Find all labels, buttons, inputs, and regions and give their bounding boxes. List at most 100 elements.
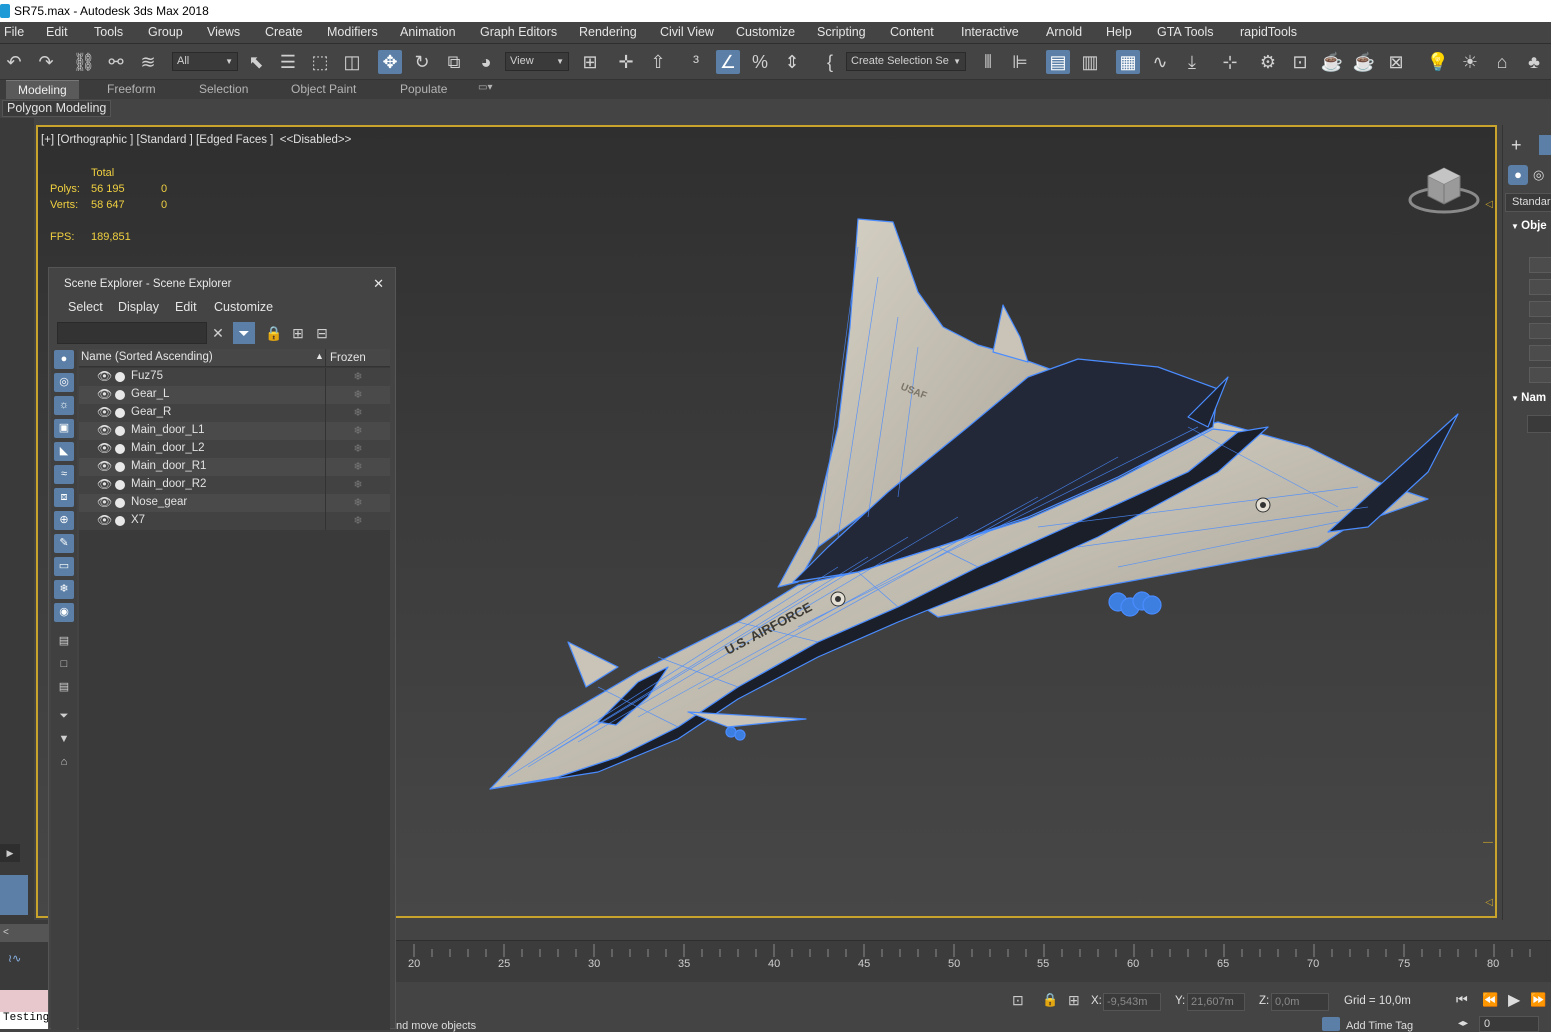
object-button[interactable]	[1529, 323, 1551, 339]
close-icon[interactable]: ✕	[373, 268, 384, 300]
list-item[interactable]: 👁 Main_door_R2 ❄	[79, 476, 390, 494]
go-to-start-icon[interactable]: ⏮	[1456, 992, 1468, 1008]
display-geometry-icon[interactable]: ●	[54, 350, 74, 369]
visibility-eye-icon[interactable]: 👁	[97, 477, 112, 491]
absolute-mode-icon[interactable]: ⊞	[1068, 992, 1080, 1009]
bind-space-warp-icon[interactable]: ≋	[136, 50, 160, 74]
select-object-icon[interactable]: ⬉	[244, 50, 268, 74]
display-xrefs-icon[interactable]: ⊕	[54, 511, 74, 530]
pivot-center-icon[interactable]: ⊞	[578, 50, 602, 74]
render-iterative-icon[interactable]: ☕	[1352, 50, 1376, 74]
menu-content[interactable]: Content	[890, 25, 934, 39]
visibility-eye-icon[interactable]: 👁	[97, 513, 112, 527]
name-color-rollout[interactable]: ▼ Nam	[1511, 392, 1546, 404]
named-selection-sets-dropdown[interactable]: Create Selection Se ▼	[846, 52, 966, 71]
tab-populate[interactable]: Populate	[400, 82, 447, 96]
window-crossing-icon[interactable]: ◫	[340, 50, 364, 74]
scene-explorer-title-bar[interactable]: Scene Explorer - Scene Explorer ✕	[49, 268, 395, 298]
menu-rapidtools[interactable]: rapidTools	[1240, 25, 1297, 39]
visibility-eye-icon[interactable]: 👁	[97, 495, 112, 509]
find-icon[interactable]: ⌂	[54, 753, 74, 772]
filter-icon[interactable]: ⏷	[233, 322, 255, 344]
freeze-snowflake-icon[interactable]: ❄	[325, 476, 390, 494]
list-item[interactable]: 👁 Fuz75 ❄	[79, 368, 390, 386]
collapse-hierarchy-icon[interactable]: ⊟	[311, 322, 333, 344]
object-button[interactable]	[1529, 257, 1551, 273]
selection-filter-dropdown[interactable]: All ▼	[172, 52, 238, 71]
maxscript-input[interactable]: Testing	[0, 1012, 48, 1029]
tab-object-paint[interactable]: Object Paint	[291, 82, 356, 96]
list-item[interactable]: 👁 Main_door_L2 ❄	[79, 440, 390, 458]
menu-views[interactable]: Views	[207, 25, 240, 39]
render-grid-icon[interactable]: ⊠	[1384, 50, 1408, 74]
link-icon[interactable]: ⛓	[72, 50, 96, 74]
display-frozen-icon[interactable]: ❄	[54, 580, 74, 599]
render-production-icon[interactable]: ☕	[1320, 50, 1344, 74]
freeze-snowflake-icon[interactable]: ❄	[325, 494, 390, 512]
mirror-icon[interactable]: ⫴	[976, 50, 1000, 74]
menu-interactive[interactable]: Interactive	[961, 25, 1019, 39]
list-item[interactable]: 👁 Nose_gear ❄	[79, 494, 390, 512]
render-setup-icon[interactable]: ⚙	[1256, 50, 1280, 74]
visibility-eye-icon[interactable]: 👁	[97, 459, 112, 473]
create-tab-icon[interactable]: +	[1511, 135, 1522, 156]
menu-file[interactable]: File	[4, 25, 24, 39]
light-icon[interactable]: 💡	[1426, 50, 1450, 74]
curve-editor-icon[interactable]: ∿	[1148, 50, 1172, 74]
toggle-ribbon-icon[interactable]: ▦	[1116, 50, 1140, 74]
layout-thumbnail[interactable]	[0, 875, 28, 915]
menu-create[interactable]: Create	[265, 25, 303, 39]
menu-animation[interactable]: Animation	[400, 25, 456, 39]
redo-icon[interactable]: ↷	[34, 50, 58, 74]
frame-spinner-left-icon[interactable]: ◂▸	[1458, 1018, 1468, 1029]
move-icon[interactable]: ✥	[378, 50, 402, 74]
display-hidden-icon[interactable]: ◉	[54, 603, 74, 622]
x-coord-field[interactable]: -9,543m	[1103, 993, 1161, 1011]
shapes-category-icon[interactable]: ◎	[1533, 167, 1544, 183]
next-frame-icon[interactable]: ⏩	[1530, 992, 1546, 1008]
visibility-eye-icon[interactable]: 👁	[97, 441, 112, 455]
visibility-eye-icon[interactable]: 👁	[97, 423, 112, 437]
play-icon[interactable]: ▶	[1508, 990, 1520, 1010]
unlink-icon[interactable]: ⚯	[104, 50, 128, 74]
object-button[interactable]	[1529, 279, 1551, 295]
expand-hierarchy-icon[interactable]: ⊞	[287, 322, 309, 344]
modify-tab-icon[interactable]	[1539, 135, 1551, 155]
freeze-snowflake-icon[interactable]: ❄	[325, 458, 390, 476]
display-groups-icon[interactable]: ⧈	[54, 488, 74, 507]
ribbon-options-icon[interactable]: ▭▾	[478, 82, 492, 93]
list-item[interactable]: 👁 Main_door_L1 ❄	[79, 422, 390, 440]
reference-coordinate-dropdown[interactable]: View ▼	[505, 52, 569, 71]
snaps-toggle-icon[interactable]: ³	[684, 50, 708, 74]
selection-lock-icon[interactable]: 🔒	[1042, 992, 1058, 1008]
geometry-category-icon[interactable]: ●	[1508, 165, 1528, 185]
object-type-rollout[interactable]: ▼ Obje	[1511, 220, 1547, 232]
current-frame-field[interactable]: 0	[1479, 1016, 1539, 1032]
timeline-track[interactable]: 20 25 30 35 40 45 50 55 60 65 70 75 80	[396, 940, 1551, 982]
menu-gta-tools[interactable]: GTA Tools	[1157, 25, 1214, 39]
add-time-tag-button[interactable]: Add Time Tag	[1346, 1020, 1413, 1032]
list-item[interactable]: 👁 Gear_L ❄	[79, 386, 390, 404]
toggle-layer-explorer-icon[interactable]: ▥	[1078, 50, 1102, 74]
y-coord-field[interactable]: 21,607m	[1187, 993, 1245, 1011]
tree-icon[interactable]: ♣	[1522, 50, 1546, 74]
select-by-name-icon[interactable]: ☰	[276, 50, 300, 74]
viewcube[interactable]	[1408, 162, 1480, 217]
menu-rendering[interactable]: Rendering	[579, 25, 637, 39]
display-shapes-icon[interactable]: ◎	[54, 373, 74, 392]
tab-freeform[interactable]: Freeform	[107, 82, 156, 96]
column-frozen-header[interactable]: Frozen	[325, 349, 390, 367]
place-icon[interactable]: ◕	[474, 50, 498, 74]
previous-frame-icon[interactable]: ⏪	[1482, 992, 1498, 1008]
filter-toggle-icon[interactable]: ⏷	[54, 707, 74, 726]
align-icon[interactable]: ⊫	[1008, 50, 1032, 74]
display-cameras-icon[interactable]: ▣	[54, 419, 74, 438]
freeze-snowflake-icon[interactable]: ❄	[325, 368, 390, 386]
freeze-snowflake-icon[interactable]: ❄	[325, 440, 390, 458]
explorer-menu-edit[interactable]: Edit	[175, 300, 197, 314]
display-none-icon[interactable]: □	[54, 655, 74, 674]
spinner-snap-icon[interactable]: ⇕	[780, 50, 804, 74]
object-button[interactable]	[1529, 345, 1551, 361]
display-containers-icon[interactable]: ▭	[54, 557, 74, 576]
explorer-search-input[interactable]	[57, 322, 207, 344]
